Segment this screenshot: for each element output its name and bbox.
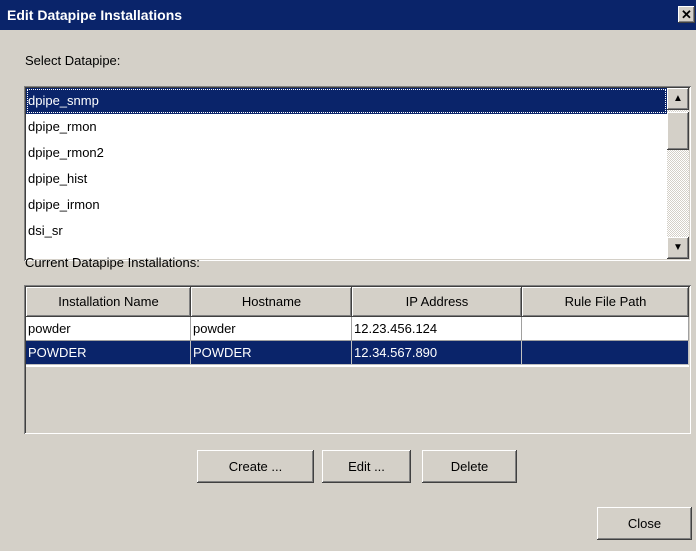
current-installations-label: Current Datapipe Installations:	[25, 255, 200, 270]
table-cell: 12.23.456.124	[352, 317, 522, 341]
installations-grid: Installation Name Hostname IP Address Rule …	[26, 287, 689, 365]
table-cell: POWDER	[26, 341, 191, 365]
scroll-thumb[interactable]	[667, 112, 689, 150]
table-cell: powder	[191, 317, 352, 341]
column-header[interactable]: Installation Name	[26, 287, 191, 317]
title-bar: Edit Datapipe Installations ✕	[0, 0, 696, 30]
create-button[interactable]: Create ...	[197, 450, 314, 483]
table-cell: 12.34.567.890	[352, 341, 522, 365]
column-header[interactable]: IP Address	[352, 287, 522, 317]
vertical-scrollbar[interactable]: ▲ ▼	[667, 88, 689, 259]
list-item[interactable]: dpipe_rmon	[26, 114, 667, 140]
table-cell: POWDER	[191, 341, 352, 365]
window-title: Edit Datapipe Installations	[7, 7, 183, 23]
list-item[interactable]: dpipe_hist	[26, 166, 667, 192]
column-header[interactable]: Hostname	[191, 287, 352, 317]
edit-button[interactable]: Edit ...	[322, 450, 411, 483]
table-header-row: Installation Name Hostname IP Address Rule …	[26, 287, 689, 317]
installations-table: Installation Name Hostname IP Address Rule …	[24, 285, 691, 434]
table-cell	[522, 341, 689, 365]
select-datapipe-label: Select Datapipe:	[25, 53, 121, 68]
table-row[interactable]: powder powder 12.23.456.124	[26, 317, 689, 341]
scroll-up-icon[interactable]: ▲	[667, 88, 689, 110]
scroll-down-icon[interactable]: ▼	[667, 237, 689, 259]
list-item[interactable]: dpipe_snmp	[26, 88, 667, 114]
delete-button[interactable]: Delete	[422, 450, 517, 483]
table-row[interactable]: POWDER POWDER 12.34.567.890	[26, 341, 689, 365]
datapipe-list: dpipe_snmp dpipe_rmon dpipe_rmon2 dpipe_his…	[26, 88, 667, 244]
list-item[interactable]: dpipe_irmon	[26, 192, 667, 218]
column-header[interactable]: Rule File Path	[522, 287, 689, 317]
table-cell: powder	[26, 317, 191, 341]
close-button[interactable]: Close	[597, 507, 692, 540]
close-window-icon[interactable]: ✕	[678, 6, 695, 23]
table-cell	[522, 317, 689, 341]
datapipe-listbox[interactable]: dpipe_snmp dpipe_rmon dpipe_rmon2 dpipe_his…	[24, 86, 691, 261]
table-empty-area	[26, 367, 689, 432]
list-item[interactable]: dsi_sr	[26, 218, 667, 244]
list-item[interactable]: dpipe_rmon2	[26, 140, 667, 166]
